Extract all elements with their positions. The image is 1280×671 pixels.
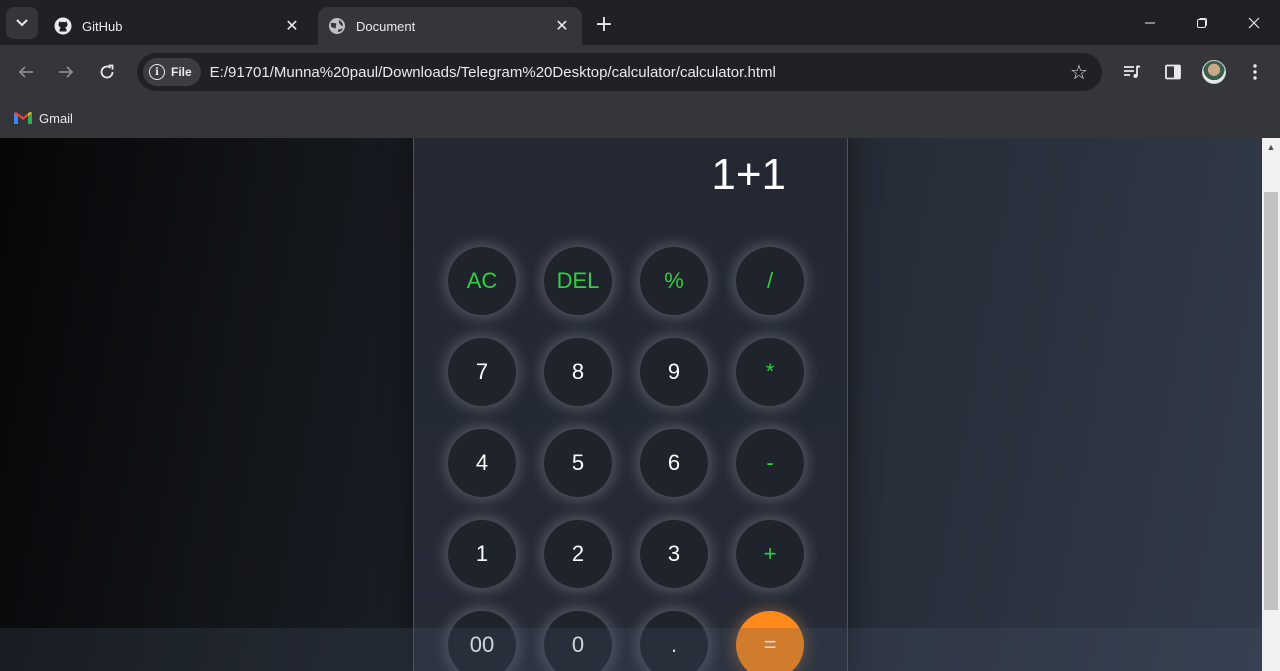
bookmark-label: Gmail <box>39 110 73 126</box>
reload-button[interactable] <box>91 56 123 88</box>
restore-button[interactable] <box>1176 0 1228 45</box>
github-icon <box>54 17 72 35</box>
restore-icon <box>1197 17 1207 28</box>
browser-toolbar: i File E:/91701/Munna%20paul/Downloads/T… <box>0 45 1280 99</box>
decimal-button[interactable]: . <box>640 611 708 671</box>
new-tab-button[interactable]: + <box>590 10 618 38</box>
digit-9-button[interactable]: 9 <box>640 338 708 406</box>
arrow-left-icon <box>18 66 33 78</box>
info-icon: i <box>149 64 165 80</box>
arrow-right-icon <box>59 66 74 78</box>
tab-title: GitHub <box>82 18 123 34</box>
equals-button[interactable]: = <box>736 611 804 671</box>
minimize-icon <box>1145 22 1155 23</box>
digit-5-button[interactable]: 5 <box>544 429 612 497</box>
double-zero-button[interactable]: 00 <box>448 611 516 671</box>
digit-8-button[interactable]: 8 <box>544 338 612 406</box>
all-clear-button[interactable]: AC <box>448 247 516 315</box>
calculator: 1+1 AC DEL%/7 8 9 * 4 5 6-1 2 3 +00 0. = <box>413 138 848 671</box>
address-bar[interactable]: i File E:/91701/Munna%20paul/Downloads/T… <box>137 53 1102 91</box>
close-tab-icon[interactable]: ✕ <box>552 16 572 36</box>
digit-6-button[interactable]: 6 <box>640 429 708 497</box>
tab-title: Document <box>356 18 416 34</box>
media-controls-button[interactable] <box>1116 56 1148 88</box>
scrollbar-thumb[interactable] <box>1264 192 1278 610</box>
chevron-down-icon <box>16 16 28 30</box>
site-info-label: File <box>171 65 192 79</box>
minimize-button[interactable] <box>1124 0 1176 45</box>
calculator-display: 1+1 <box>711 150 786 199</box>
globe-icon <box>328 17 346 35</box>
side-panel-button[interactable] <box>1157 56 1189 88</box>
digit-2-button[interactable]: 2 <box>544 520 612 588</box>
bookmarks-bar: Gmail <box>0 99 1280 138</box>
back-button[interactable] <box>10 56 42 88</box>
tab-search-button[interactable] <box>6 7 38 39</box>
multiply-button[interactable]: * <box>736 338 804 406</box>
delete-button[interactable]: DEL <box>544 247 612 315</box>
scroll-up-arrow-icon[interactable]: ▲ <box>1262 138 1280 156</box>
page-viewport: 1+1 AC DEL%/7 8 9 * 4 5 6-1 2 3 +00 0. = <box>0 138 1262 671</box>
divide-button[interactable]: / <box>736 247 804 315</box>
side-panel-icon <box>1165 64 1181 80</box>
subtract-button[interactable]: - <box>736 429 804 497</box>
close-window-button[interactable] <box>1228 0 1280 45</box>
digit-0-button[interactable]: 0 <box>544 611 612 671</box>
bookmark-gmail[interactable]: Gmail <box>14 106 73 130</box>
tab-document[interactable]: Document ✕ <box>318 7 582 45</box>
media-queue-icon <box>1124 65 1141 78</box>
more-vert-icon <box>1253 64 1257 80</box>
percent-button[interactable]: % <box>640 247 708 315</box>
site-info-chip[interactable]: i File <box>143 58 201 86</box>
reload-icon <box>100 64 114 79</box>
close-icon <box>1248 17 1260 28</box>
digit-3-button[interactable]: 3 <box>640 520 708 588</box>
browser-menu-button[interactable] <box>1239 56 1271 88</box>
digit-1-button[interactable]: 1 <box>448 520 516 588</box>
bookmark-star-icon[interactable]: ☆ <box>1064 57 1094 87</box>
add-button[interactable]: + <box>736 520 804 588</box>
gmail-icon <box>14 111 32 125</box>
close-tab-icon[interactable]: ✕ <box>282 16 302 36</box>
digit-4-button[interactable]: 4 <box>448 429 516 497</box>
avatar <box>1202 60 1226 84</box>
vertical-scrollbar[interactable]: ▲ <box>1262 138 1280 671</box>
tab-github[interactable]: GitHub ✕ <box>44 7 312 45</box>
profile-button[interactable] <box>1198 56 1230 88</box>
url-text[interactable]: E:/91701/Munna%20paul/Downloads/Telegram… <box>210 64 1064 81</box>
forward-button[interactable] <box>50 56 82 88</box>
digit-7-button[interactable]: 7 <box>448 338 516 406</box>
tab-strip: GitHub ✕ Document ✕ + <box>0 0 1280 45</box>
